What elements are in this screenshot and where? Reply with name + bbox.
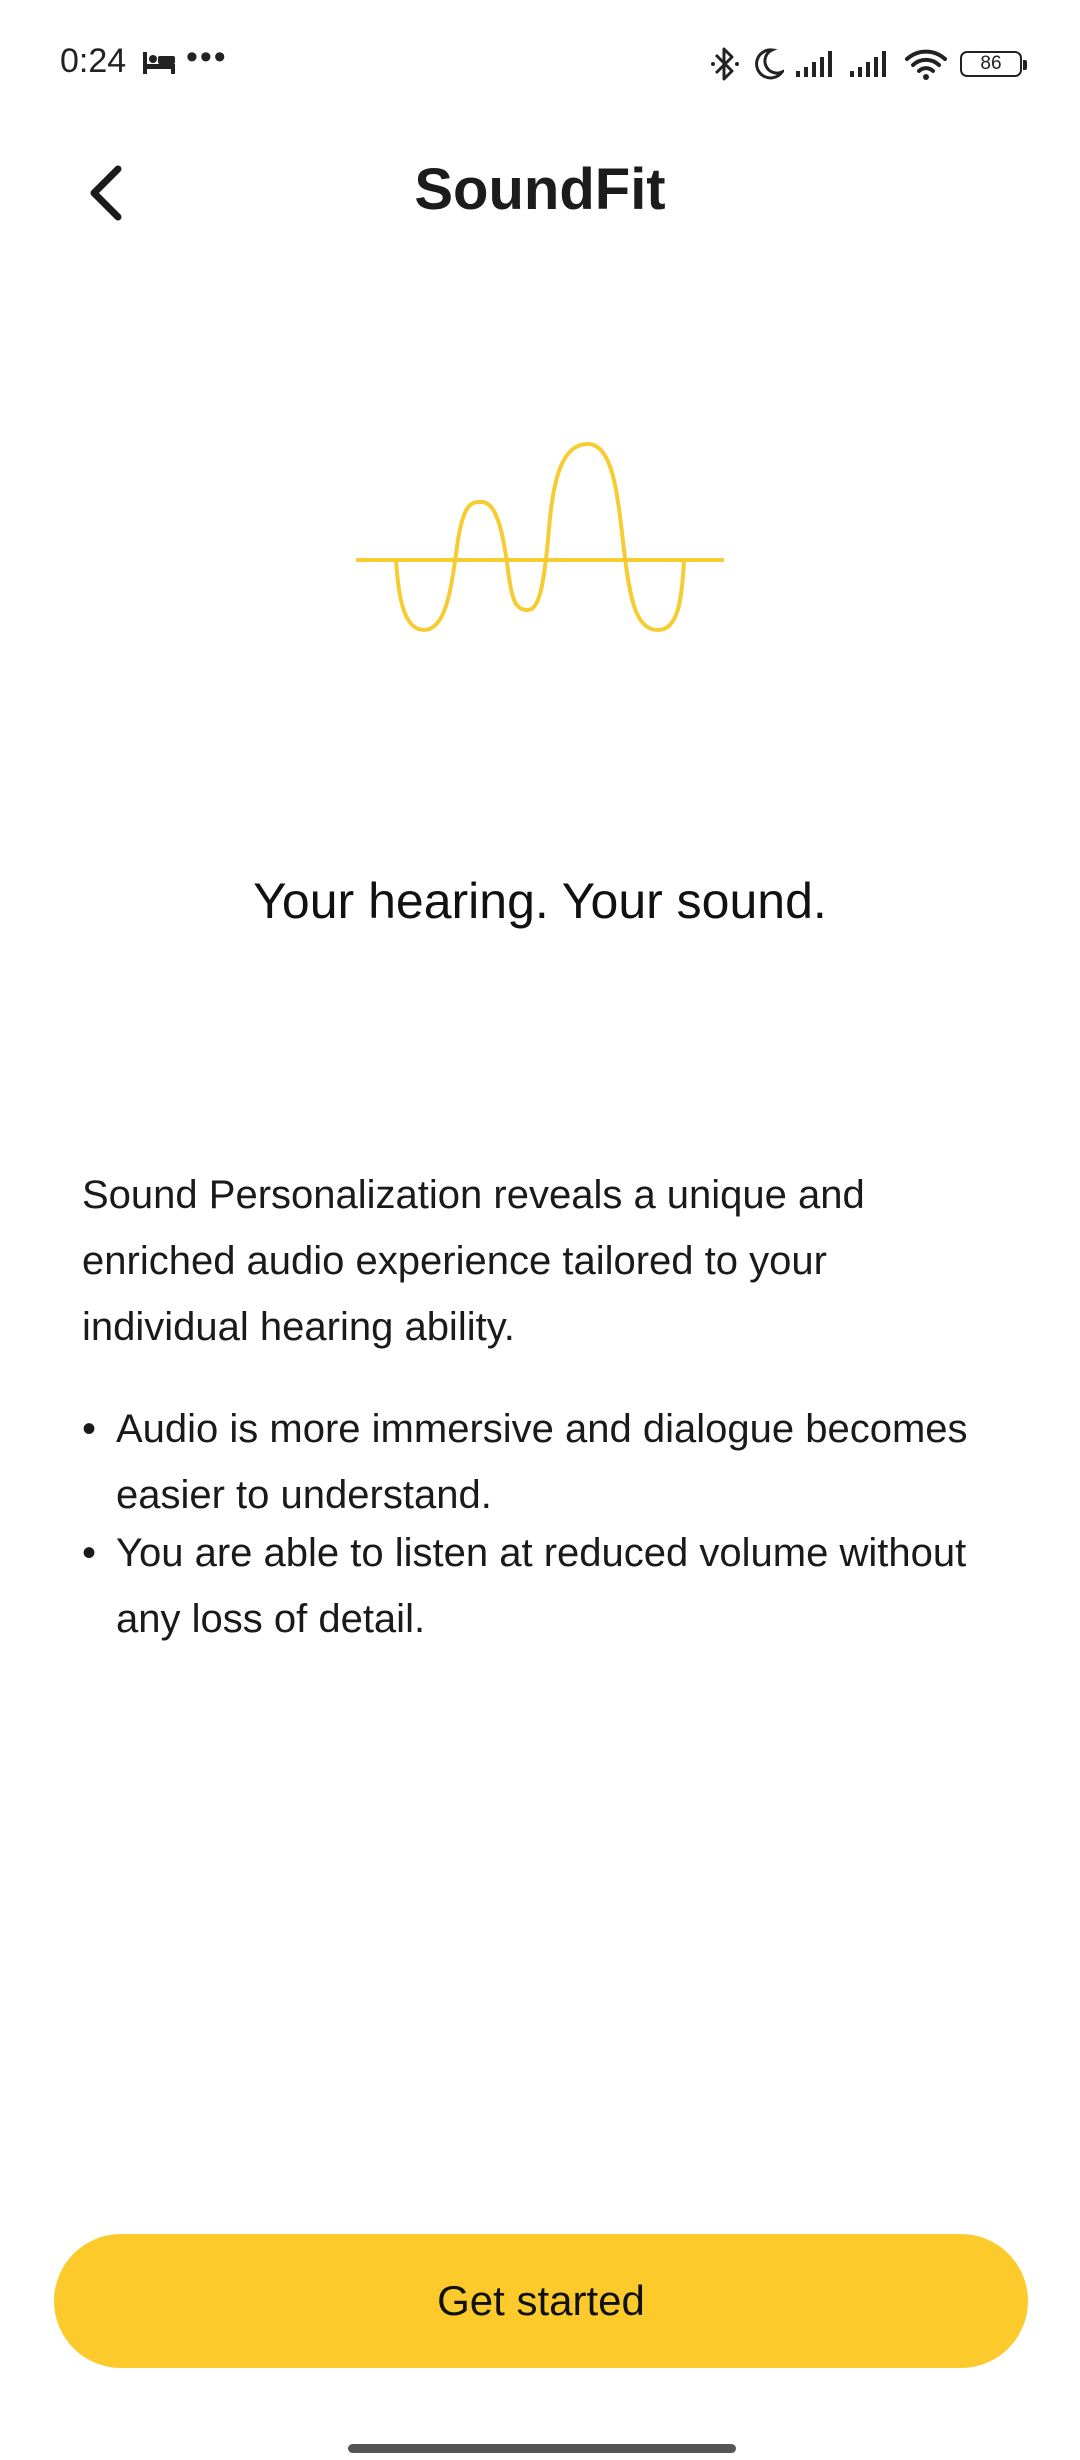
bullet-icon: • xyxy=(82,1531,97,1575)
sound-wave-icon xyxy=(356,442,724,632)
signal-icon xyxy=(850,49,892,79)
status-bar: 0:24 ••• 86 xyxy=(0,0,1080,130)
feature-list: • Audio is more immersive and dialogue b… xyxy=(82,1396,982,1644)
bullet-icon: • xyxy=(82,1407,97,1451)
home-indicator[interactable] xyxy=(348,2444,736,2453)
moon-icon xyxy=(752,46,784,82)
status-icons: 86 xyxy=(710,44,1027,84)
headline: Your hearing. Your sound. xyxy=(253,873,827,929)
battery-level: 86 xyxy=(980,53,1002,74)
bed-icon xyxy=(142,50,176,76)
list-item: • You are able to listen at reduced volu… xyxy=(82,1520,982,1652)
status-time: 0:24 xyxy=(60,42,127,80)
get-started-button[interactable]: Get started xyxy=(54,2234,1028,2368)
battery-icon: 86 xyxy=(960,51,1027,77)
list-item: • Audio is more immersive and dialogue b… xyxy=(82,1396,982,1528)
page-title: SoundFit xyxy=(414,157,666,222)
bluetooth-icon xyxy=(710,45,740,83)
intro-paragraph: Sound Personalization reveals a unique a… xyxy=(82,1173,865,1349)
list-item-text: You are able to listen at reduced volume… xyxy=(116,1531,967,1641)
list-item-text: Audio is more immersive and dialogue bec… xyxy=(116,1407,968,1517)
app-header: SoundFit xyxy=(0,130,1080,260)
more-notifications-icon: ••• xyxy=(186,38,228,76)
signal-icon xyxy=(796,49,838,79)
wifi-icon xyxy=(904,47,948,81)
